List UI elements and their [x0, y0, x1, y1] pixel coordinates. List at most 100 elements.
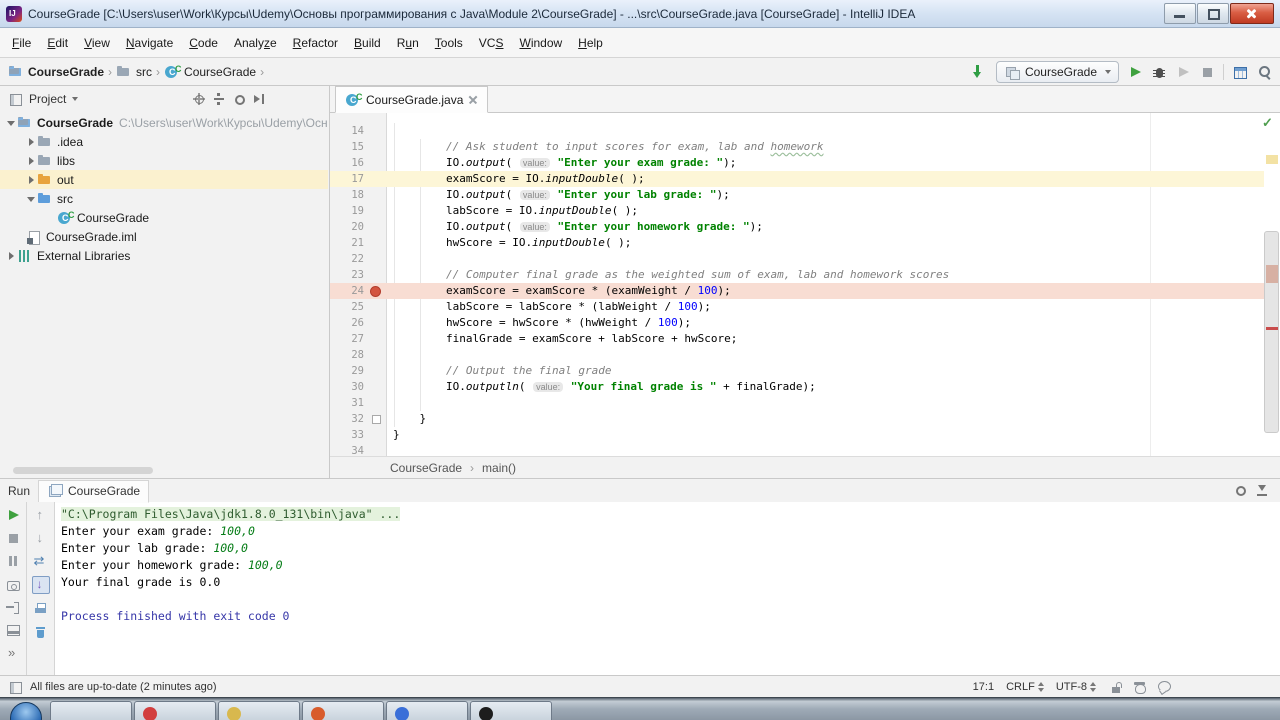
menu-help[interactable]: Help [570, 33, 611, 53]
menu-vcs[interactable]: VCS [471, 33, 512, 53]
editor-scrollbar[interactable] [1264, 231, 1279, 433]
menu-window[interactable]: Window [511, 33, 570, 53]
menu-tools[interactable]: Tools [427, 33, 471, 53]
breakpoint-icon[interactable] [370, 286, 381, 297]
code-line-28[interactable]: 28 [330, 347, 1264, 363]
code-line-26[interactable]: 26 hwScore = hwScore * (hwWeight / 100); [330, 315, 1264, 331]
menu-refactor[interactable]: Refactor [285, 33, 346, 53]
chevron-down-icon[interactable] [26, 191, 37, 207]
taskbar-app-button[interactable] [302, 701, 384, 720]
taskbar-app-button[interactable] [134, 701, 216, 720]
project-view-dropdown-icon[interactable] [72, 97, 78, 101]
chevron-right-icon[interactable] [26, 172, 37, 188]
project-scrollbar[interactable] [13, 467, 153, 474]
bubble-icon[interactable] [1156, 679, 1172, 695]
run-configuration-selector[interactable]: CourseGrade [996, 61, 1119, 83]
windows-taskbar[interactable] [0, 697, 1280, 720]
taskbar-app-button[interactable] [386, 701, 468, 720]
coverage-icon[interactable] [1175, 64, 1191, 80]
chevron-right-icon[interactable] [26, 153, 37, 169]
print-icon[interactable] [33, 601, 49, 617]
code-line-21[interactable]: 21 hwScore = IO.inputDouble( ); [330, 235, 1264, 251]
menu-run[interactable]: Run [389, 33, 427, 53]
scroll-end-icon[interactable] [32, 576, 50, 594]
editor-tab[interactable]: CourseGrade.java [335, 86, 488, 113]
encoding-selector[interactable]: UTF-8 [1056, 681, 1096, 693]
code-line-14[interactable]: 14 [330, 123, 1264, 139]
stripe-mark-current-line[interactable] [1266, 155, 1278, 164]
restore-layout-icon[interactable] [5, 622, 21, 638]
more-icon[interactable] [5, 645, 21, 661]
code-line-24[interactable]: 24 examScore = examScore * (examWeight /… [330, 283, 1264, 299]
chevron-right-icon[interactable] [26, 134, 37, 150]
close-tab-icon[interactable] [468, 95, 478, 105]
inspection-ok-icon[interactable] [1260, 115, 1276, 131]
chevron-right-icon[interactable] [6, 248, 17, 264]
code-line-15[interactable]: 15 // Ask student to input scores for ex… [330, 139, 1264, 155]
chevron-down-icon[interactable] [6, 115, 17, 131]
lock-icon[interactable] [1108, 679, 1124, 695]
code-line-16[interactable]: 16 IO.output( value: "Enter your exam gr… [330, 155, 1264, 171]
taskbar-app-button[interactable] [218, 701, 300, 720]
collapse-all-icon[interactable] [211, 91, 227, 107]
hector-icon[interactable] [1132, 679, 1148, 695]
title-bar[interactable]: CourseGrade [C:\Users\user\Work\Курсы\Ud… [0, 0, 1280, 28]
code-line-30[interactable]: 30 IO.outputln( value: "Your final grade… [330, 379, 1264, 395]
fold-marker-icon[interactable] [372, 415, 381, 424]
start-button[interactable] [10, 702, 42, 720]
camera-icon[interactable] [5, 576, 21, 592]
restore-button[interactable] [1197, 3, 1229, 24]
gear-icon[interactable] [1232, 482, 1248, 498]
softwrap-icon[interactable] [33, 553, 49, 569]
run-icon[interactable] [1127, 64, 1143, 80]
code-line-25[interactable]: 25 labScore = labScore * (labWeight / 10… [330, 299, 1264, 315]
code-line-18[interactable]: 18 IO.output( value: "Enter your lab gra… [330, 187, 1264, 203]
code-line-32[interactable]: 32 } [330, 411, 1264, 427]
gear-icon[interactable] [231, 91, 247, 107]
code-line-29[interactable]: 29 // Output the final grade [330, 363, 1264, 379]
locate-icon[interactable] [191, 91, 207, 107]
tree-item-out[interactable]: out [0, 170, 328, 189]
menu-code[interactable]: Code [181, 33, 226, 53]
taskbar-app-button[interactable] [470, 701, 552, 720]
project-panel-title[interactable]: Project [29, 92, 66, 106]
minimize-button[interactable] [1164, 3, 1196, 24]
tree-item-coursegrade[interactable]: CourseGradeC:\Users\user\Work\Курсы\Udem… [0, 113, 328, 132]
stop-icon[interactable] [5, 530, 21, 546]
tree-item--idea[interactable]: .idea [0, 132, 328, 151]
code-line-17[interactable]: 17 examScore = IO.inputDouble( ); [330, 171, 1264, 187]
code-line-23[interactable]: 23 // Computer final grade as the weight… [330, 267, 1264, 283]
editor-breadcrumb-item[interactable]: CourseGrade [390, 461, 462, 475]
code-line-31[interactable]: 31 [330, 395, 1264, 411]
find-icon[interactable] [1256, 64, 1272, 80]
code-line-22[interactable]: 22 [330, 251, 1264, 267]
menu-navigate[interactable]: Navigate [118, 33, 181, 53]
menu-view[interactable]: View [76, 33, 118, 53]
status-message[interactable]: All files are up-to-date (2 minutes ago) [30, 681, 973, 693]
hide-right-icon[interactable] [251, 91, 267, 107]
hide-down-icon[interactable] [1254, 482, 1270, 498]
code-line-33[interactable]: 33} [330, 427, 1264, 443]
tree-item-coursegrade[interactable]: CourseGrade [0, 208, 328, 227]
update-project-icon[interactable] [972, 64, 988, 80]
code-line-27[interactable]: 27 finalGrade = examScore + labScore + h… [330, 331, 1264, 347]
down-icon[interactable] [33, 530, 49, 546]
console-output[interactable]: "C:\Program Files\Java\jdk1.8.0_131\bin\… [55, 506, 1280, 675]
tree-item-src[interactable]: src [0, 189, 328, 208]
up-icon[interactable] [33, 507, 49, 523]
breadcrumb-item[interactable]: CourseGrade [164, 64, 256, 80]
pause-icon[interactable] [5, 553, 21, 569]
code-line-34[interactable]: 34 [330, 443, 1264, 457]
code-area[interactable]: 1415 // Ask student to input scores for … [330, 113, 1280, 457]
close-button[interactable] [1230, 3, 1274, 24]
taskbar-app-button[interactable] [50, 701, 132, 720]
tree-item-external-libraries[interactable]: External Libraries [0, 246, 328, 265]
rerun-icon[interactable] [5, 507, 21, 523]
menu-analyze[interactable]: Analyze [226, 33, 285, 53]
clear-icon[interactable] [33, 624, 49, 640]
breadcrumb-item[interactable]: CourseGrade [8, 64, 104, 80]
run-tab[interactable]: CourseGrade [38, 480, 149, 503]
editor-breadcrumb-item[interactable]: main() [482, 461, 516, 475]
stop-icon[interactable] [1199, 64, 1215, 80]
code-line-20[interactable]: 20 IO.output( value: "Enter your homewor… [330, 219, 1264, 235]
